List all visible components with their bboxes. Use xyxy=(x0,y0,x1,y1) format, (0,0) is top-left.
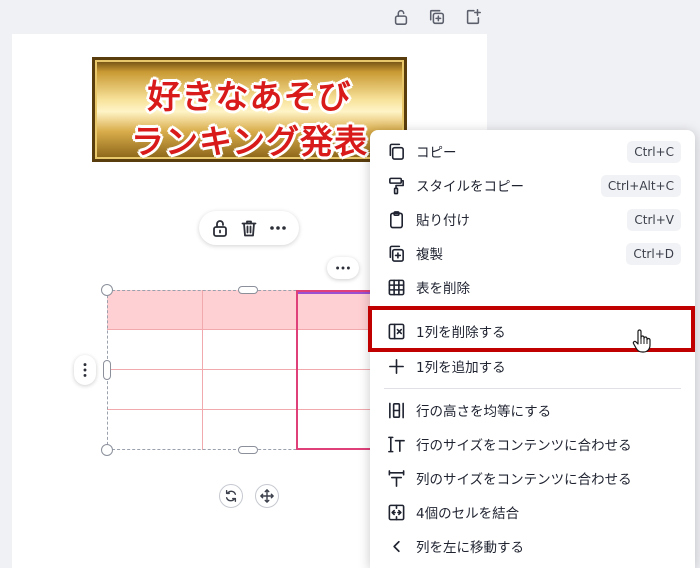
duplicate-page-icon[interactable] xyxy=(426,6,448,28)
move-button[interactable] xyxy=(255,484,279,508)
column-options-button[interactable] xyxy=(327,257,359,279)
duplicate-icon xyxy=(386,243,406,263)
resize-handle-left[interactable] xyxy=(103,360,111,380)
shortcut-badge: Ctrl+C xyxy=(627,141,681,163)
resize-handle-top[interactable] xyxy=(238,286,258,294)
shortcut-badge: Ctrl+D xyxy=(626,243,681,265)
lock-icon[interactable] xyxy=(390,6,412,28)
resize-handle-bottom[interactable] xyxy=(238,446,258,454)
chevron-left-icon xyxy=(386,536,406,556)
more-vertical-icon xyxy=(83,363,87,377)
title-banner-image[interactable]: 好きなあそび ランキング発表 xyxy=(92,57,407,162)
menu-item-merge-cells[interactable]: 4個のセルを結合 xyxy=(370,495,695,529)
menu-divider xyxy=(384,388,681,389)
menu-item-copy-style[interactable]: スタイルをコピー Ctrl+Alt+C xyxy=(370,168,695,202)
menu-item-label: コピー xyxy=(416,145,457,161)
menu-item-fit-column-size[interactable]: 列のサイズをコンテンツに合わせる xyxy=(370,461,695,495)
hand-cursor-icon xyxy=(632,329,651,353)
fit-row-icon xyxy=(386,434,406,454)
table-grid-icon xyxy=(386,277,406,297)
menu-item-delete-table[interactable]: 表を削除 xyxy=(370,270,695,304)
move-icon xyxy=(260,489,274,503)
paint-roller-icon xyxy=(386,175,406,195)
menu-item-copy[interactable]: コピー Ctrl+C xyxy=(370,134,695,168)
plus-icon xyxy=(386,356,406,376)
rotate-button[interactable] xyxy=(219,484,243,508)
menu-item-label: 列を左に移動する xyxy=(416,540,524,556)
distribute-rows-icon xyxy=(386,400,406,420)
menu-item-add-column[interactable]: 1列を追加する xyxy=(370,349,695,383)
menu-item-label: 1列を追加する xyxy=(416,360,506,376)
unlock-icon[interactable] xyxy=(207,215,233,241)
menu-item-duplicate[interactable]: 複製 Ctrl+D xyxy=(370,236,695,270)
resize-handle-top-left[interactable] xyxy=(101,284,113,296)
banner-title-line-1: 好きなあそび xyxy=(147,77,352,116)
page-toolbar xyxy=(390,6,484,28)
menu-item-label: 4個のセルを結合 xyxy=(416,506,520,522)
table-column-divider xyxy=(202,290,203,450)
menu-item-label: 表を削除 xyxy=(416,281,470,297)
menu-item-move-column-left[interactable]: 列を左に移動する xyxy=(370,529,695,563)
add-page-icon[interactable] xyxy=(462,6,484,28)
banner-title-line-2: ランキング発表 xyxy=(130,122,368,161)
menu-item-label: 行の高さを均等にする xyxy=(416,404,552,420)
fit-column-icon xyxy=(386,468,406,488)
selected-column-outline xyxy=(296,290,374,450)
menu-item-paste[interactable]: 貼り付け Ctrl+V xyxy=(370,202,695,236)
shortcut-badge: Ctrl+Alt+C xyxy=(600,175,681,197)
copy-icon xyxy=(386,141,406,161)
trash-icon[interactable] xyxy=(236,215,262,241)
menu-item-label: 列のサイズをコンテンツに合わせる xyxy=(416,472,632,488)
menu-item-label: 複製 xyxy=(416,247,443,263)
menu-item-label: 行のサイズをコンテンツに合わせる xyxy=(416,438,632,454)
shortcut-badge: Ctrl+V xyxy=(627,209,681,231)
more-icon[interactable] xyxy=(265,215,291,241)
merge-cells-icon xyxy=(386,502,406,522)
menu-item-label: 貼り付け xyxy=(416,213,470,229)
menu-item-fit-row-size[interactable]: 行のサイズをコンテンツに合わせる xyxy=(370,427,695,461)
resize-handle-bottom-left[interactable] xyxy=(101,444,113,456)
rotate-icon xyxy=(225,490,237,502)
element-toolbar xyxy=(199,211,299,245)
menu-item-label: スタイルをコピー xyxy=(416,179,524,195)
menu-item-distribute-rows[interactable]: 行の高さを均等にする xyxy=(370,393,695,427)
more-horizontal-icon xyxy=(336,266,350,270)
clipboard-icon xyxy=(386,209,406,229)
row-options-button[interactable] xyxy=(74,355,96,385)
